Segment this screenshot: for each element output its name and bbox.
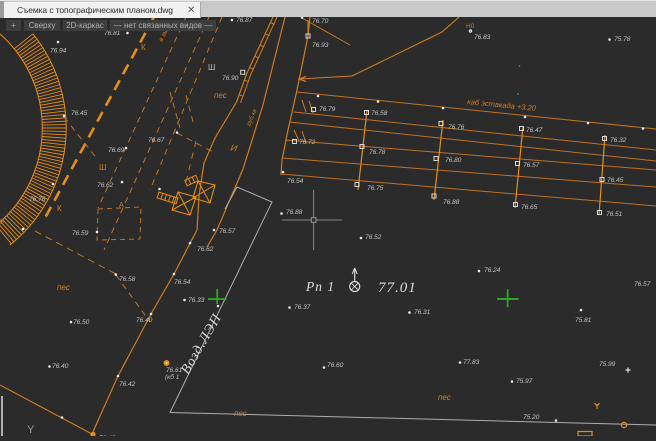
svg-text:76.33: 76.33 (188, 297, 205, 304)
svg-text:76.75: 76.75 (367, 185, 384, 192)
svg-text:76.50: 76.50 (73, 319, 90, 326)
svg-text:76.67: 76.67 (148, 137, 165, 144)
svg-text:Y: Y (27, 424, 35, 436)
svg-text:76.42: 76.42 (119, 381, 136, 388)
svg-text:76.69: 76.69 (108, 147, 125, 154)
svg-text:75.81: 75.81 (575, 317, 592, 324)
svg-text:76.87: 76.87 (236, 17, 253, 24)
svg-text:76.45: 76.45 (71, 110, 88, 117)
svg-text:75.20: 75.20 (523, 414, 540, 421)
svg-text:76.78: 76.78 (369, 149, 386, 156)
svg-text:76.54: 76.54 (287, 178, 304, 185)
svg-text:76.80: 76.80 (445, 157, 462, 164)
svg-text:76.60: 76.60 (327, 362, 344, 369)
svg-text:77.01: 77.01 (378, 280, 417, 296)
svg-text:76.57: 76.57 (634, 281, 651, 288)
svg-text:пес: пес (57, 283, 70, 292)
svg-text:76.62: 76.62 (97, 182, 114, 189)
svg-text:76.24: 76.24 (484, 267, 501, 274)
svg-text:76.81: 76.81 (104, 30, 121, 37)
svg-text:76.47: 76.47 (526, 127, 543, 134)
svg-text:Ш: Ш (99, 163, 106, 172)
svg-text:76.62: 76.62 (197, 246, 214, 253)
svg-text:76.76: 76.76 (448, 124, 465, 131)
svg-text:76.70: 76.70 (312, 18, 329, 25)
svg-text:76.72: 76.72 (299, 139, 316, 146)
svg-text:76.57: 76.57 (219, 228, 236, 235)
svg-text:76.37: 76.37 (294, 304, 311, 311)
svg-text:76.83: 76.83 (474, 34, 491, 41)
svg-text:75.99: 75.99 (599, 361, 616, 368)
svg-text:пес: пес (234, 409, 247, 418)
svg-text:К: К (57, 204, 62, 213)
svg-text:пес: пес (214, 91, 227, 100)
svg-text:76.93: 76.93 (312, 42, 329, 49)
svg-text:76.88: 76.88 (286, 209, 303, 216)
svg-text:Н0: Н0 (466, 23, 475, 30)
svg-text:(кб 1: (кб 1 (165, 373, 180, 381)
svg-text:76.58: 76.58 (371, 110, 388, 117)
svg-text:76.32: 76.32 (610, 137, 627, 144)
svg-text:А: А (119, 202, 124, 209)
svg-text:76.51: 76.51 (606, 211, 623, 218)
svg-text:76.31: 76.31 (414, 309, 431, 316)
svg-text:76.79: 76.79 (319, 106, 336, 113)
svg-text:76.59: 76.59 (72, 230, 89, 237)
svg-text:пес: пес (438, 393, 451, 402)
svg-text:77.83: 77.83 (463, 359, 480, 366)
svg-text:9: 9 (0, 219, 4, 226)
svg-text:76.88: 76.88 (443, 199, 460, 206)
svg-text:76.40: 76.40 (136, 317, 153, 324)
svg-text:76.52: 76.52 (365, 234, 382, 241)
svg-text:75.97: 75.97 (516, 378, 533, 385)
svg-text:76.54: 76.54 (174, 279, 191, 286)
svg-text:76.94: 76.94 (50, 48, 67, 55)
svg-text:76.90: 76.90 (222, 75, 239, 82)
svg-text:76.76: 76.76 (29, 196, 46, 203)
svg-text:Pn 1: Pn 1 (305, 279, 335, 294)
svg-text:76.40: 76.40 (52, 363, 69, 370)
svg-text:К: К (141, 43, 146, 52)
svg-text:Ш: Ш (208, 63, 215, 72)
svg-text:76.45: 76.45 (607, 177, 624, 184)
svg-text:76.57: 76.57 (523, 162, 540, 169)
svg-text:75.78: 75.78 (614, 36, 631, 43)
svg-text:76.65: 76.65 (521, 204, 538, 211)
svg-text:76.58: 76.58 (119, 276, 136, 283)
